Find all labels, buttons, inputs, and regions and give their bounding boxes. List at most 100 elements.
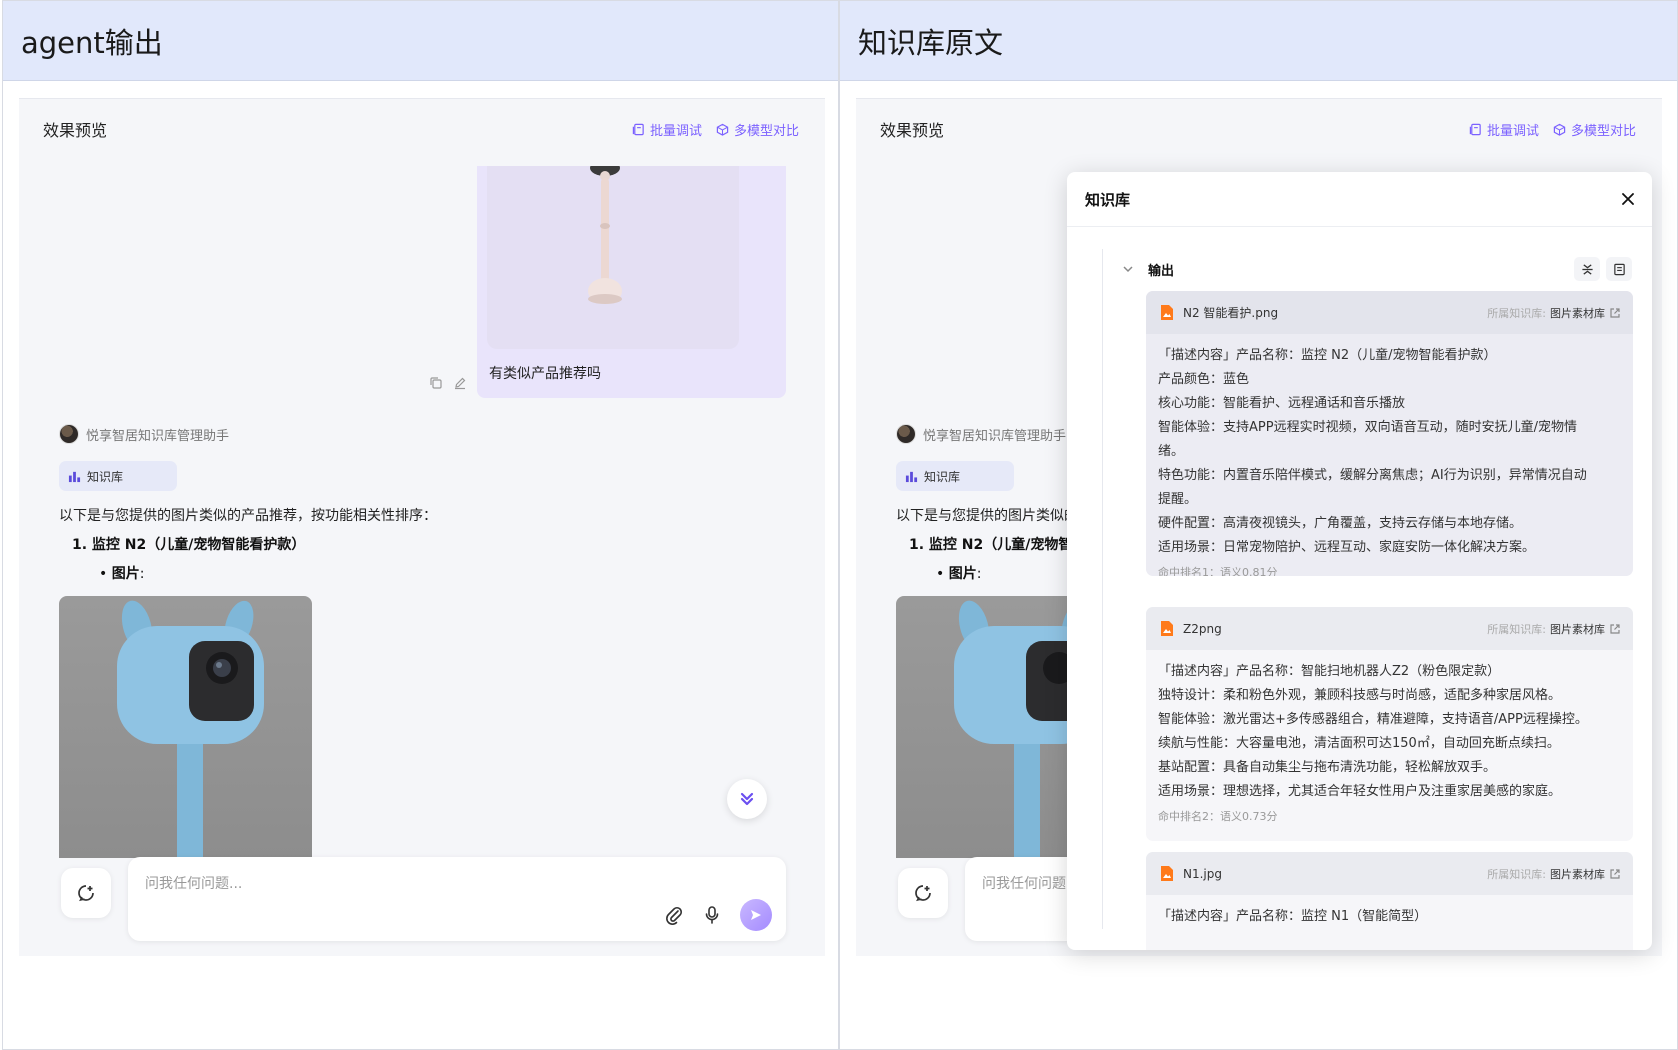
double-chevron-down-icon: [740, 792, 754, 806]
preview-header: 效果预览 批量调试 多模型对比: [880, 117, 1636, 141]
edit-icon[interactable]: [453, 376, 467, 390]
collapse-all-button[interactable]: [1574, 257, 1600, 281]
multi-model-label: 多模型对比: [733, 123, 799, 139]
new-chat-button[interactable]: [61, 868, 111, 918]
kb-file-name: Z2png: [1183, 621, 1222, 636]
kb-source-label: 所属知识库:: [1487, 306, 1546, 320]
answer-item: 1. 监控 N2（儿童/宠物智能: [909, 537, 1087, 553]
kb-line: 独特设计：柔和粉色外观，兼顾科技感与时尚感，适配多种家居风格。: [1158, 688, 1562, 703]
answer-sub-label: 图片: [111, 566, 140, 582]
batch-debug-label: 批量调试: [649, 123, 702, 139]
user-message-text: 有类似产品推荐吗: [489, 366, 601, 382]
output-toggle[interactable]: 输出: [1122, 260, 1174, 279]
preview-title: 效果预览: [880, 121, 945, 140]
kb-source: 所属知识库: 图片素材库: [1487, 866, 1621, 882]
external-link-icon[interactable]: [1609, 307, 1621, 319]
kb-source-label: 所属知识库:: [1487, 867, 1546, 881]
knowledge-base-drawer: 知识库 输出 N2 智能看护.png 所属知识库: 图片素材库 「描述内容」产品…: [1067, 172, 1652, 950]
kb-card-content: 「描述内容」产品名称：监控 N1（智能简型）: [1146, 895, 1633, 929]
tree-line: [1102, 249, 1103, 929]
kb-source-label: 所属知识库:: [1487, 622, 1546, 636]
image-file-icon: [1161, 305, 1173, 320]
chat-input-placeholder: 问我任何问题...: [982, 876, 1080, 892]
answer-sub-suffix: :: [976, 566, 982, 582]
kb-result-card[interactable]: Z2png 所属知识库: 图片素材库 「描述内容」产品名称：智能扫地机器人Z2（…: [1146, 607, 1633, 841]
batch-debug-button[interactable]: 批量调试: [632, 120, 702, 139]
external-link-icon[interactable]: [1609, 868, 1621, 880]
baby-monitor-image: [588, 166, 622, 304]
kb-line: 特色功能：内置音乐陪伴模式，缓解分离焦虑；AI行为识别，异常情况自动: [1158, 468, 1587, 483]
bot-name: 悦享智居知识库管理助手: [923, 428, 1067, 444]
panel-title: 知识库原文: [840, 1, 1677, 81]
user-uploaded-image[interactable]: [487, 166, 739, 349]
batch-debug-button[interactable]: 批量调试: [1469, 120, 1539, 139]
kb-source-name: 图片素材库: [1550, 867, 1605, 881]
bot-name: 悦享智居知识库管理助手: [86, 428, 230, 444]
kb-line: 适用场景：理想选择，尤其适合年轻女性用户及注重家居美感的家庭。: [1158, 784, 1562, 799]
copy-icon[interactable]: [429, 376, 443, 390]
answer-intro: 以下是与您提供的图片类似的产品推荐，按功能相关性排序：: [59, 508, 437, 524]
drawer-title: 知识库: [1085, 190, 1131, 209]
batch-icon: [632, 123, 644, 135]
bar-chart-icon: [905, 471, 918, 482]
external-link-icon[interactable]: [1609, 623, 1621, 635]
kb-line: 核心功能：智能看护、远程通话和音乐播放: [1158, 396, 1406, 411]
batch-debug-label: 批量调试: [1486, 123, 1539, 139]
knowledge-base-chip[interactable]: 知识库: [59, 461, 177, 491]
kb-source: 所属知识库: 图片素材库: [1487, 621, 1621, 637]
kb-rank: 命中排名2：语义0.73分: [1158, 810, 1278, 823]
scroll-to-bottom-button[interactable]: [727, 779, 767, 819]
answer-sub-item: • 图片:: [99, 566, 145, 582]
answer-intro: 以下是与您提供的图片类似的: [896, 508, 1078, 524]
new-chat-icon: [78, 885, 94, 902]
kb-result-card[interactable]: N2 智能看护.png 所属知识库: 图片素材库 「描述内容」产品名称：监控 N…: [1146, 291, 1633, 576]
attachment-icon[interactable]: [664, 905, 684, 925]
multi-model-button[interactable]: 多模型对比: [1553, 120, 1636, 139]
kb-line: 适用场景：日常宠物陪护、远程互动、家庭安防一体化解决方案。: [1158, 540, 1536, 555]
product-image[interactable]: [59, 596, 312, 858]
knowledge-base-chip-label: 知识库: [924, 469, 961, 484]
output-label: 输出: [1148, 263, 1175, 279]
preview-area: 效果预览 批量调试 多模型对比 有类似产品推荐吗 悦享智居知识库管理助手 知识库…: [19, 98, 825, 956]
collapse-icon: [1581, 263, 1593, 275]
send-icon: [751, 910, 761, 920]
chevron-down-icon: [1123, 266, 1133, 273]
new-chat-icon: [915, 885, 931, 902]
app-root: agent输出 效果预览 批量调试 多模型对比 有类似产品推荐吗 悦享智居知识库…: [0, 0, 1678, 1050]
kb-file: Z2png: [1160, 620, 1222, 637]
kb-card-content: 「描述内容」产品名称：智能扫地机器人Z2（粉色限定款） 独特设计：柔和粉色外观，…: [1146, 650, 1633, 804]
kb-line: 智能体验：激光雷达+多传感器组合，精准避障，支持语音/APP远程操控。: [1158, 712, 1588, 727]
bot-identity: 悦享智居知识库管理助手: [59, 424, 229, 444]
multi-model-button[interactable]: 多模型对比: [716, 120, 799, 139]
kb-rank: 命中排名1：语义0.81分: [1158, 566, 1278, 576]
chat-input[interactable]: 问我任何问题...: [128, 857, 786, 941]
drawer-header: 知识库: [1067, 172, 1652, 227]
kb-line: 「描述内容」产品名称：监控 N1（智能简型）: [1158, 909, 1428, 924]
cube-icon: [1553, 123, 1566, 136]
cube-icon: [716, 123, 729, 136]
preview-actions: 批量调试 多模型对比: [1469, 120, 1636, 139]
microphone-icon[interactable]: [702, 905, 722, 925]
kb-line: 提醒。: [1158, 492, 1198, 507]
view-mode-button[interactable]: [1606, 257, 1632, 281]
close-button[interactable]: [1622, 190, 1634, 209]
answer-sub-label: 图片: [948, 566, 977, 582]
knowledge-base-chip[interactable]: 知识库: [896, 461, 1014, 491]
drawer-body: 输出 N2 智能看护.png 所属知识库: 图片素材库 「描述内容」产品名称：监…: [1067, 227, 1652, 950]
kb-result-card[interactable]: N1.jpg 所属知识库: 图片素材库 「描述内容」产品名称：监控 N1（智能简…: [1146, 852, 1633, 950]
preview-actions: 批量调试 多模型对比: [632, 120, 799, 139]
agent-output-panel: agent输出 效果预览 批量调试 多模型对比 有类似产品推荐吗 悦享智居知识库…: [2, 0, 839, 1050]
blue-monitor-image: [117, 600, 264, 858]
kb-source: 所属知识库: 图片素材库: [1487, 305, 1621, 321]
new-chat-button[interactable]: [898, 868, 948, 918]
message-tools: [429, 376, 467, 390]
document-icon: [1613, 263, 1625, 275]
output-tools: [1574, 257, 1632, 281]
send-button[interactable]: [740, 899, 772, 931]
preview-title: 效果预览: [43, 121, 108, 140]
multi-model-label: 多模型对比: [1570, 123, 1636, 139]
preview-header: 效果预览 批量调试 多模型对比: [43, 117, 799, 141]
kb-line: 「描述内容」产品名称：监控 N2（儿童/宠物智能看护款）: [1158, 348, 1497, 363]
kb-card-header: Z2png 所属知识库: 图片素材库: [1146, 607, 1633, 650]
kb-file-name: N1.jpg: [1183, 866, 1222, 881]
